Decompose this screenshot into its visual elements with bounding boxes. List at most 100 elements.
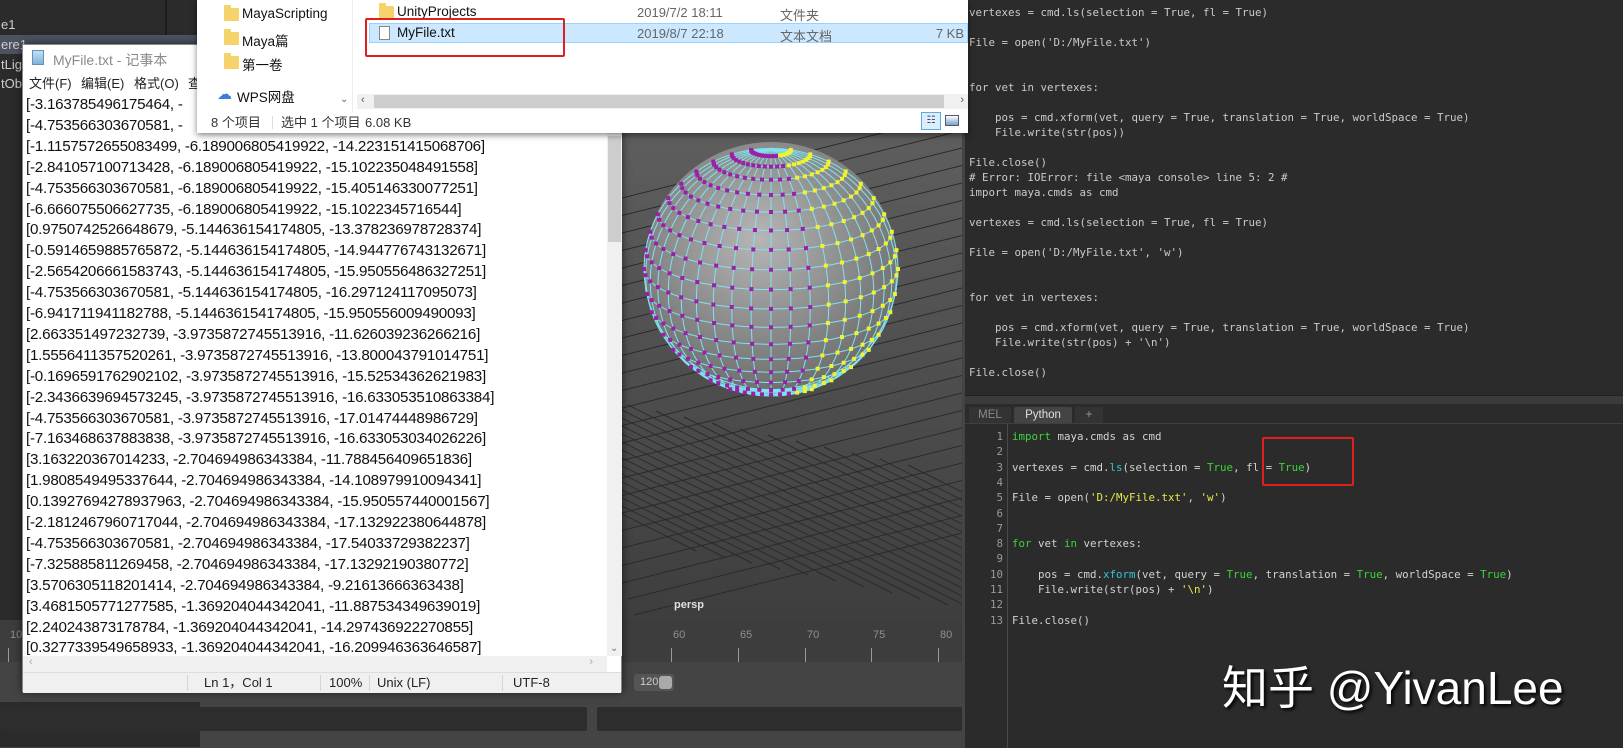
vertex-point[interactable] — [708, 183, 713, 188]
vertex-point[interactable] — [812, 383, 817, 388]
vertex-point[interactable] — [889, 279, 894, 284]
vertex-point[interactable] — [711, 302, 716, 307]
vertex-point[interactable] — [849, 237, 854, 242]
vertical-scrollbar[interactable]: ⌄ — [607, 92, 622, 656]
vertex-point[interactable] — [769, 306, 773, 311]
vertex-point[interactable] — [698, 176, 703, 181]
vertex-point[interactable] — [757, 387, 762, 392]
vertex-point[interactable] — [654, 241, 659, 246]
vertex-point[interactable] — [854, 256, 859, 261]
vertex-point[interactable] — [809, 206, 814, 211]
vertex-point[interactable] — [820, 353, 825, 358]
vertex-point[interactable] — [769, 192, 773, 197]
vertex-point[interactable] — [731, 340, 736, 345]
vertex-point[interactable] — [694, 169, 699, 174]
vertex-point[interactable] — [668, 228, 673, 233]
vertex-point[interactable] — [835, 350, 840, 355]
vertex-point[interactable] — [742, 175, 747, 180]
vertex-point[interactable] — [671, 326, 676, 331]
vertex-point[interactable] — [888, 260, 893, 265]
vertex-point[interactable] — [756, 164, 761, 169]
vertex-point[interactable] — [882, 212, 887, 217]
vertex-point[interactable] — [769, 392, 773, 397]
vertex-point[interactable] — [880, 217, 885, 222]
vertex-point[interactable] — [783, 380, 788, 385]
vertex-point[interactable] — [820, 167, 825, 172]
vertex-point[interactable] — [815, 224, 820, 229]
vertex-point[interactable] — [849, 365, 854, 370]
vertex-point[interactable] — [769, 287, 773, 292]
vertex-point[interactable] — [655, 212, 660, 217]
vertex-point[interactable] — [869, 228, 874, 233]
vertex-point[interactable] — [852, 215, 857, 220]
vertex-point[interactable] — [679, 181, 684, 186]
text-area[interactable]: [-3.163785496175464, - [-4.75356630367058… — [23, 92, 607, 656]
vertex-point[interactable] — [808, 152, 813, 157]
vertex-point[interactable] — [745, 386, 750, 391]
vertex-point[interactable] — [661, 223, 666, 228]
vertex-point[interactable] — [869, 337, 874, 342]
vertex-point[interactable] — [742, 390, 747, 395]
vertex-point[interactable] — [843, 299, 848, 304]
vertex-point[interactable] — [655, 285, 660, 290]
vertex-point[interactable] — [737, 368, 742, 373]
vertex-point[interactable] — [683, 331, 688, 336]
vertex-point[interactable] — [657, 303, 662, 308]
vertex-point[interactable] — [839, 260, 844, 265]
vertex-point[interactable] — [671, 206, 676, 211]
vertex-point[interactable] — [796, 379, 801, 384]
vertex-point[interactable] — [714, 165, 719, 170]
vertex-point[interactable] — [787, 341, 792, 346]
vertex-point[interactable] — [775, 164, 780, 169]
vertex-point[interactable] — [823, 338, 828, 343]
vertex-point[interactable] — [666, 290, 671, 295]
scroll-down-icon[interactable]: ⌄ — [610, 643, 618, 654]
add-tab-button[interactable]: + — [1075, 407, 1103, 423]
vertex-point[interactable] — [857, 186, 862, 191]
vertex-point[interactable] — [792, 386, 797, 391]
vertex-point[interactable] — [802, 389, 807, 394]
vertex-point[interactable] — [762, 164, 767, 169]
vertex-point[interactable] — [745, 162, 750, 167]
vertex-point[interactable] — [807, 285, 812, 290]
vertex-point[interactable] — [661, 332, 666, 337]
vertex-point[interactable] — [708, 378, 713, 383]
vertex-point[interactable] — [849, 194, 854, 199]
vertex-point[interactable] — [786, 163, 791, 168]
vertex-point[interactable] — [896, 267, 900, 271]
vertex-point[interactable] — [835, 241, 840, 246]
vertex-point[interactable] — [696, 198, 701, 203]
vertex-point[interactable] — [841, 198, 846, 203]
vertex-point[interactable] — [735, 389, 740, 394]
vertex-point[interactable] — [683, 256, 688, 261]
vertex-point[interactable] — [688, 194, 693, 199]
vertex-point[interactable] — [677, 342, 682, 347]
vertex-point[interactable] — [725, 188, 730, 193]
vertex-point[interactable] — [880, 266, 885, 271]
vertex-point[interactable] — [741, 161, 746, 166]
vertex-point[interactable] — [735, 385, 740, 390]
vertex-point[interactable] — [860, 342, 865, 347]
vertex-point[interactable] — [829, 364, 834, 369]
vertex-point[interactable] — [796, 208, 801, 213]
vertex-point[interactable] — [800, 226, 805, 231]
vertex-point[interactable] — [829, 222, 834, 227]
vertex-point[interactable] — [751, 247, 756, 252]
vertex-point[interactable] — [741, 208, 746, 213]
vertex-point[interactable] — [769, 177, 773, 182]
menu-file[interactable]: 文件(F) — [29, 73, 72, 92]
vertex-point[interactable] — [823, 263, 828, 268]
vertex-point[interactable] — [785, 369, 790, 374]
vertex-point[interactable] — [661, 246, 666, 251]
vertex-point[interactable] — [716, 381, 721, 386]
vertex-point[interactable] — [671, 347, 676, 352]
vertex-point[interactable] — [795, 175, 800, 180]
vertex-point[interactable] — [815, 366, 820, 371]
vertex-point[interactable] — [695, 173, 700, 178]
vertex-point[interactable] — [778, 392, 783, 397]
vertex-point[interactable] — [871, 196, 876, 201]
vertex-point[interactable] — [694, 299, 699, 304]
end-frame-field[interactable]: 120 — [634, 674, 674, 691]
vertex-point[interactable] — [894, 248, 899, 253]
scroll-right-icon[interactable]: › — [960, 94, 964, 106]
